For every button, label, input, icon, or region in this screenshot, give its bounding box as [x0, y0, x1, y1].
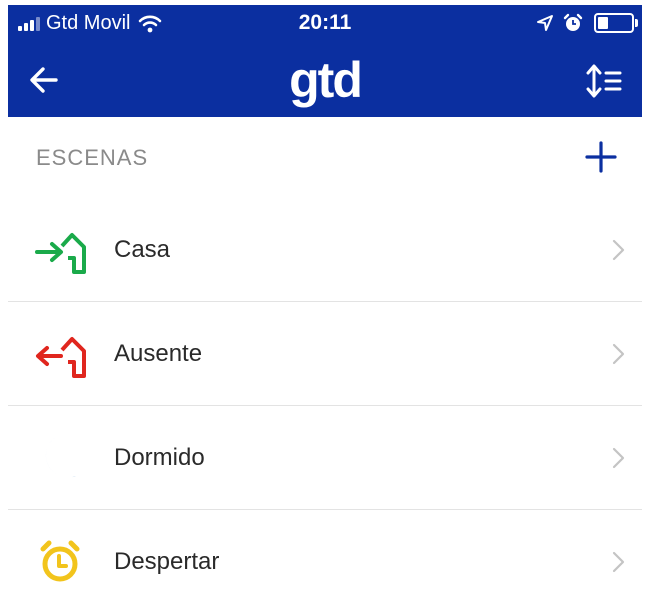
sort-icon[interactable]: [584, 61, 624, 101]
moon-icon: [45, 437, 80, 478]
alarm-icon: [563, 13, 583, 31]
chevron-right-icon: [612, 551, 625, 573]
scene-label: Ausente: [114, 340, 203, 367]
scene-row-ausente[interactable]: Ausente: [0, 302, 646, 406]
scene-label: Casa: [114, 236, 171, 263]
chevron-right-icon: [612, 239, 625, 261]
scene-row-casa[interactable]: Casa: [0, 198, 646, 302]
chevron-right-icon: [612, 447, 625, 469]
gtd-logo: gtd: [289, 52, 363, 108]
scenes-section-header: ESCENAS: [0, 118, 646, 198]
scenes-list: Casa Ausente Dormido Despertar: [0, 198, 646, 614]
location-icon: [537, 15, 553, 31]
alarm-clock-icon: [40, 540, 80, 582]
scene-row-despertar[interactable]: Despertar: [0, 510, 646, 614]
battery-icon: [594, 13, 638, 33]
chevron-right-icon: [612, 343, 625, 365]
home-enter-icon: [35, 233, 86, 274]
home-leave-icon: [36, 337, 86, 378]
plus-icon[interactable]: [584, 140, 618, 174]
status-bar: Gtd Movil 20:11: [8, 5, 642, 43]
section-title: ESCENAS: [36, 145, 149, 170]
app-header: Gtd Movil 20:11 gtd: [8, 5, 642, 117]
scene-row-dormido[interactable]: Dormido: [0, 406, 646, 510]
nav-bar: gtd: [8, 45, 642, 117]
scene-label: Despertar: [114, 548, 220, 575]
status-right: [536, 13, 638, 33]
scene-label: Dormido: [114, 444, 205, 471]
